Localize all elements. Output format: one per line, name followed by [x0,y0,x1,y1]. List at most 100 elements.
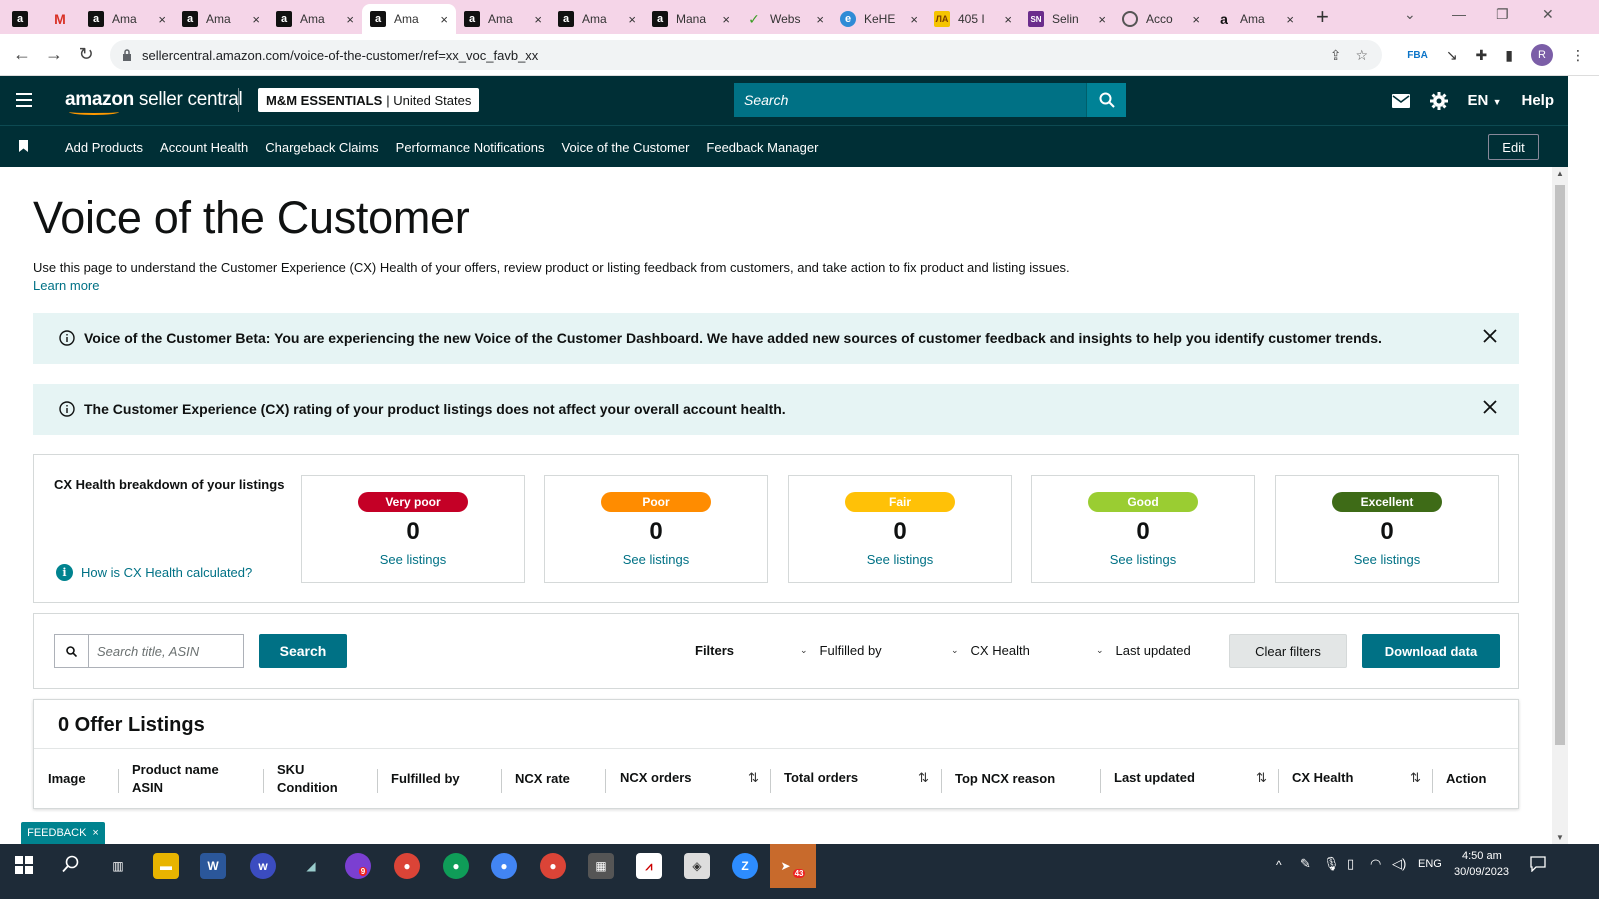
col-sku[interactable]: SKU Condition [277,749,338,809]
volume-icon[interactable]: ◁) [1392,856,1406,872]
fba-extension-icon[interactable]: FBA [1407,50,1428,61]
col-cx-health[interactable]: CX Health ⇅ [1292,749,1432,809]
messenger-icon[interactable]: 9 [345,853,371,879]
listing-search-button[interactable]: Search [259,634,347,668]
browser-tab-14[interactable]: Acco × [1114,4,1208,34]
col-total-orders[interactable]: Total orders ⇅ [784,749,942,809]
forward-icon[interactable]: → [38,44,70,65]
restore-icon[interactable]: ❐ [1496,6,1509,23]
scroll-down-icon[interactable]: ▼ [1556,833,1564,842]
browser-tab-12[interactable]: ЛА 405 I × [926,4,1020,34]
see-listings-very-poor[interactable]: See listings [302,552,524,567]
language-selector[interactable]: EN ▼ [1468,92,1502,109]
clear-filters-button[interactable]: Clear filters [1229,634,1347,668]
browser-tab-8[interactable]: a Ama × [550,4,644,34]
close-window-icon[interactable]: ✕ [1542,6,1554,23]
browser-tab-3[interactable]: a Ama × [80,4,174,34]
extensions-puzzle-icon[interactable]: ✚ [1476,47,1488,64]
browser-tab-7[interactable]: a Ama × [456,4,550,34]
nav-performance-notifications[interactable]: Performance Notifications [396,140,545,155]
sort-icon[interactable]: ⇅ [748,769,759,787]
chrome-profile-icon[interactable]: ● [491,853,517,879]
header-search-button[interactable] [1086,83,1126,117]
notification-icon[interactable] [1530,856,1546,872]
nav-chargeback-claims[interactable]: Chargeback Claims [265,140,378,155]
cx-health-dropdown[interactable]: ⌄ CX Health [951,643,1030,658]
tab-close-icon[interactable]: × [816,12,824,27]
tab-search-chevron-icon[interactable]: ⌄ [1404,6,1416,23]
feedback-close-icon[interactable]: × [92,827,98,839]
browser-tab-13[interactable]: SN Selin × [1020,4,1114,34]
page-scrollbar[interactable]: ▲ ▼ [1552,167,1568,844]
tab-close-icon[interactable]: × [158,12,166,27]
see-listings-good[interactable]: See listings [1032,552,1254,567]
listing-search-input[interactable] [89,635,243,667]
new-tab-button[interactable]: + [1316,4,1329,30]
fulfilled-by-dropdown[interactable]: ⌄ Fulfilled by [800,643,882,658]
nav-account-health[interactable]: Account Health [160,140,248,155]
chrome-profile-icon[interactable]: ● [443,853,469,879]
see-listings-fair[interactable]: See listings [789,552,1011,567]
browser-tab-9[interactable]: a Mana × [644,4,738,34]
cx-health-help-link[interactable]: i How is CX Health calculated? [56,564,252,581]
seller-central-logo[interactable]: amazon seller central [65,89,243,115]
profile-avatar[interactable]: R [1531,44,1553,66]
language-indicator[interactable]: ENG [1418,858,1442,870]
see-listings-excellent[interactable]: See listings [1276,552,1498,567]
see-listings-poor[interactable]: See listings [545,552,767,567]
tab-close-icon[interactable]: × [910,12,918,27]
calculator-icon[interactable]: ▦ [588,853,614,879]
header-search-input[interactable] [734,83,1086,117]
reload-icon[interactable]: ↻ [70,44,102,65]
col-fulfilled-by[interactable]: Fulfilled by [391,749,460,809]
chrome-profile-icon[interactable]: ● [394,853,420,879]
hamburger-menu-icon[interactable] [16,93,32,107]
telegram-icon[interactable]: ➤ 43 [770,844,816,888]
col-last-updated[interactable]: Last updated ⇅ [1114,749,1279,809]
back-icon[interactable]: ← [6,44,38,65]
bookmark-icon[interactable] [19,140,28,152]
sort-icon[interactable]: ⇅ [1410,769,1421,787]
search-icon[interactable] [62,855,80,873]
nav-add-products[interactable]: Add Products [65,140,143,155]
task-view-icon[interactable]: ▥ [105,853,131,879]
browser-tab-1[interactable]: a [0,4,40,34]
scrollbar-thumb[interactable] [1555,185,1565,745]
close-icon[interactable] [1483,400,1497,414]
browser-menu-icon[interactable]: ⋮ [1571,47,1585,64]
file-explorer-icon[interactable]: ▬ [153,853,179,879]
browser-tab-gmail[interactable]: M [40,4,80,34]
sort-icon[interactable]: ⇅ [1256,769,1267,787]
col-product-name[interactable]: Product name ASIN [132,749,219,809]
app-shield-icon[interactable]: w [250,853,276,879]
clock-date[interactable]: 30/09/2023 [1454,866,1509,878]
word-icon[interactable]: W [200,853,226,879]
side-panel-icon[interactable]: ▮ [1505,47,1513,64]
tab-close-icon[interactable]: × [628,12,636,27]
browser-tab-10[interactable]: ✓ Webs × [738,4,832,34]
edit-bookmarks-button[interactable]: Edit [1488,134,1539,160]
chrome-profile-icon[interactable]: ● [540,853,566,879]
last-updated-dropdown[interactable]: ⌄ Last updated [1096,643,1191,658]
tab-close-icon[interactable]: × [1098,12,1106,27]
bookmark-star-icon[interactable]: ☆ [1355,47,1368,64]
tab-close-icon[interactable]: × [252,12,260,27]
nav-feedback-manager[interactable]: Feedback Manager [706,140,818,155]
microphone-icon[interactable]: 🎙 [1323,856,1340,872]
help-link[interactable]: Help [1521,92,1554,109]
col-ncx-orders[interactable]: NCX orders ⇅ [620,749,770,809]
browser-tab-11[interactable]: e KeHE × [832,4,926,34]
tab-close-icon[interactable]: × [722,12,730,27]
wifi-icon[interactable]: ◠ [1370,856,1381,872]
windows-start-icon[interactable] [15,856,33,874]
settings-gear-icon[interactable] [1429,91,1448,110]
tab-close-icon[interactable]: × [440,12,448,27]
store-selector[interactable]: M&M ESSENTIALS | United States [258,88,480,112]
browser-tab-4[interactable]: a Ama × [174,4,268,34]
share-icon[interactable]: ⇪ [1330,47,1342,64]
battery-icon[interactable]: ▯ [1347,856,1354,872]
close-icon[interactable] [1483,329,1497,343]
chart-app-icon[interactable]: ⩘ [636,853,662,879]
image-app-icon[interactable]: ◈ [684,853,710,879]
nav-voice-of-the-customer[interactable]: Voice of the Customer [562,140,690,155]
